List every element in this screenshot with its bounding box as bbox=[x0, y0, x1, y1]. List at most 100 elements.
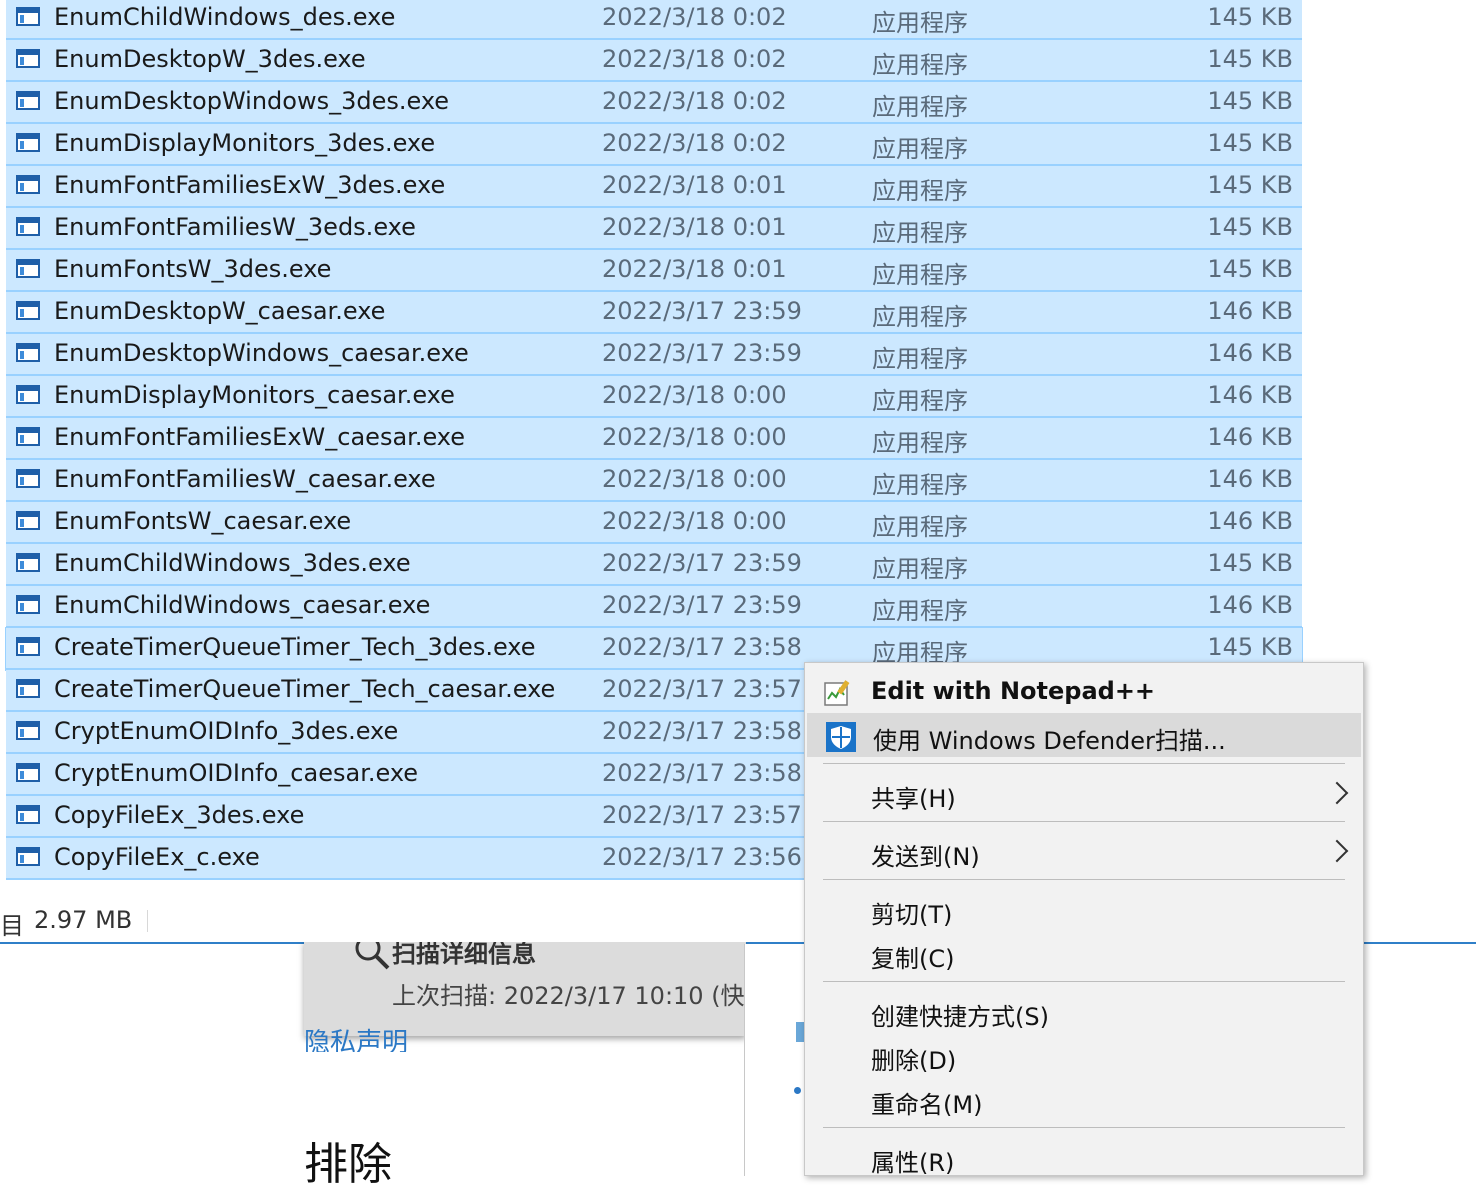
file-row[interactable]: EnumFontFamiliesExW_caesar.exe 2022/3/18 … bbox=[6, 418, 1302, 460]
menu-item-label: 共享(H) bbox=[871, 785, 956, 813]
file-row[interactable]: EnumDisplayMonitors_caesar.exe 2022/3/18 … bbox=[6, 376, 1302, 418]
menu-item-create-shortcut[interactable]: 创建快捷方式(S) bbox=[805, 989, 1363, 1033]
exe-file-icon bbox=[16, 91, 40, 110]
file-date-modified: 2022/3/18 0:02 bbox=[602, 45, 787, 73]
menu-item-label: 复制(C) bbox=[871, 945, 955, 973]
file-name: EnumFontFamiliesW_caesar.exe bbox=[54, 465, 436, 493]
file-row[interactable]: EnumFontsW_caesar.exe 2022/3/18 0:00 应用程序 1… bbox=[6, 502, 1302, 544]
file-name: EnumChildWindows_3des.exe bbox=[54, 549, 411, 577]
file-name: EnumDesktopWindows_caesar.exe bbox=[54, 339, 469, 367]
menu-item-label: Edit with Notepad++ bbox=[871, 677, 1156, 705]
search-icon bbox=[355, 940, 390, 970]
file-type: 应用程序 bbox=[872, 93, 968, 121]
file-row[interactable]: EnumFontFamiliesW_3eds.exe 2022/3/18 0:01… bbox=[6, 208, 1302, 250]
file-type: 应用程序 bbox=[872, 429, 968, 457]
file-row[interactable]: EnumChildWindows_3des.exe 2022/3/17 23:59… bbox=[6, 544, 1302, 586]
file-size: 146 KB bbox=[1207, 591, 1293, 619]
file-date-modified: 2022/3/18 0:01 bbox=[602, 213, 787, 241]
file-date-modified: 2022/3/17 23:59 bbox=[602, 339, 802, 367]
menu-item-label: 重命名(M) bbox=[871, 1091, 983, 1119]
exe-file-icon bbox=[16, 385, 40, 404]
menu-item-copy[interactable]: 复制(C) bbox=[805, 931, 1363, 975]
file-size: 146 KB bbox=[1207, 465, 1293, 493]
exe-file-icon bbox=[16, 511, 40, 530]
file-row[interactable]: EnumFontFamiliesExW_3des.exe 2022/3/18 0:… bbox=[6, 166, 1302, 208]
menu-separator bbox=[823, 879, 1345, 880]
file-type: 应用程序 bbox=[872, 555, 968, 583]
exe-file-icon bbox=[16, 133, 40, 152]
exclusions-heading: 排除 bbox=[304, 1139, 392, 1190]
context-menu: Edit with Notepad++ 使用 Windows Defender扫… bbox=[804, 662, 1364, 1179]
exe-file-icon bbox=[16, 679, 40, 698]
menu-item-properties[interactable]: 属性(R) bbox=[805, 1135, 1363, 1179]
file-type: 应用程序 bbox=[872, 177, 968, 205]
file-name: EnumFontFamiliesExW_3des.exe bbox=[54, 171, 446, 199]
file-row[interactable]: EnumDesktopWindows_caesar.exe 2022/3/17 2… bbox=[6, 334, 1302, 376]
exe-file-icon bbox=[16, 595, 40, 614]
menu-item-send-to[interactable]: 发送到(N) bbox=[805, 829, 1363, 873]
menu-item-defender-scan[interactable]: 使用 Windows Defender扫描... bbox=[807, 713, 1361, 757]
file-date-modified: 2022/3/18 0:00 bbox=[602, 507, 787, 535]
menu-item-cut[interactable]: 剪切(T) bbox=[805, 887, 1363, 931]
file-date-modified: 2022/3/18 0:02 bbox=[602, 87, 787, 115]
file-row[interactable]: EnumDesktopW_caesar.exe 2022/3/17 23:59 应用… bbox=[6, 292, 1302, 334]
file-type: 应用程序 bbox=[872, 135, 968, 163]
file-name: EnumDisplayMonitors_3des.exe bbox=[54, 129, 436, 157]
file-type: 应用程序 bbox=[872, 303, 968, 331]
file-date-modified: 2022/3/17 23:59 bbox=[602, 549, 802, 577]
file-date-modified: 2022/3/18 0:01 bbox=[602, 255, 787, 283]
file-date-modified: 2022/3/18 0:02 bbox=[602, 129, 787, 157]
exe-file-icon bbox=[16, 553, 40, 572]
file-size: 146 KB bbox=[1207, 297, 1293, 325]
submenu-arrow-icon bbox=[1325, 781, 1349, 805]
file-name: EnumFontsW_3des.exe bbox=[54, 255, 332, 283]
file-size: 146 KB bbox=[1207, 381, 1293, 409]
file-size: 145 KB bbox=[1207, 129, 1293, 157]
file-date-modified: 2022/3/18 0:01 bbox=[602, 171, 787, 199]
exe-file-icon bbox=[16, 763, 40, 782]
exe-file-icon bbox=[16, 427, 40, 446]
file-date-modified: 2022/3/17 23:57 bbox=[602, 801, 802, 829]
file-name: EnumFontFamiliesExW_caesar.exe bbox=[54, 423, 466, 451]
file-type: 应用程序 bbox=[872, 471, 968, 499]
file-name: EnumDesktopW_3des.exe bbox=[54, 45, 366, 73]
privacy-statement-link[interactable]: 隐私声明 bbox=[304, 1022, 408, 1052]
menu-item-edit-notepad[interactable]: Edit with Notepad++ bbox=[805, 669, 1363, 713]
file-type: 应用程序 bbox=[872, 261, 968, 289]
file-date-modified: 2022/3/17 23:56 bbox=[602, 843, 802, 871]
exe-file-icon bbox=[16, 7, 40, 26]
file-row[interactable]: EnumChildWindows_caesar.exe 2022/3/17 23:… bbox=[6, 586, 1302, 628]
file-name: CreateTimerQueueTimer_Tech_3des.exe bbox=[54, 633, 536, 661]
file-size: 146 KB bbox=[1207, 423, 1293, 451]
file-row[interactable]: EnumDisplayMonitors_3des.exe 2022/3/18 0:… bbox=[6, 124, 1302, 166]
file-type: 应用程序 bbox=[872, 345, 968, 373]
file-size: 145 KB bbox=[1207, 3, 1293, 31]
file-row[interactable]: EnumDesktopW_3des.exe 2022/3/18 0:02 应用程序 1… bbox=[6, 40, 1302, 82]
file-size: 145 KB bbox=[1207, 45, 1293, 73]
file-name: EnumFontFamiliesW_3eds.exe bbox=[54, 213, 416, 241]
exe-file-icon bbox=[16, 847, 40, 866]
file-name: EnumDesktopWindows_3des.exe bbox=[54, 87, 450, 115]
file-row[interactable]: EnumChildWindows_des.exe 2022/3/18 0:02 应用… bbox=[6, 0, 1302, 40]
file-size: 145 KB bbox=[1207, 633, 1293, 661]
file-date-modified: 2022/3/18 0:00 bbox=[602, 381, 787, 409]
menu-separator bbox=[823, 981, 1345, 982]
file-date-modified: 2022/3/17 23:57 bbox=[602, 675, 802, 703]
file-row[interactable]: EnumFontFamiliesW_caesar.exe 2022/3/18 0:… bbox=[6, 460, 1302, 502]
exe-file-icon bbox=[16, 217, 40, 236]
file-size: 145 KB bbox=[1207, 255, 1293, 283]
menu-item-share[interactable]: 共享(H) bbox=[805, 771, 1363, 815]
exe-file-icon bbox=[16, 805, 40, 824]
menu-item-delete[interactable]: 删除(D) bbox=[805, 1033, 1363, 1077]
background-icon-fragment bbox=[796, 1022, 804, 1042]
menu-item-label: 删除(D) bbox=[871, 1047, 957, 1075]
file-type: 应用程序 bbox=[872, 513, 968, 541]
file-name: CryptEnumOIDInfo_caesar.exe bbox=[54, 759, 419, 787]
file-name: CopyFileEx_3des.exe bbox=[54, 801, 305, 829]
file-row[interactable]: EnumDesktopWindows_3des.exe 2022/3/18 0:0… bbox=[6, 82, 1302, 124]
file-date-modified: 2022/3/18 0:00 bbox=[602, 423, 787, 451]
exe-file-icon bbox=[16, 469, 40, 488]
file-row[interactable]: EnumFontsW_3des.exe 2022/3/18 0:01 应用程序 145… bbox=[6, 250, 1302, 292]
menu-item-rename[interactable]: 重命名(M) bbox=[805, 1077, 1363, 1121]
file-type: 应用程序 bbox=[872, 51, 968, 79]
